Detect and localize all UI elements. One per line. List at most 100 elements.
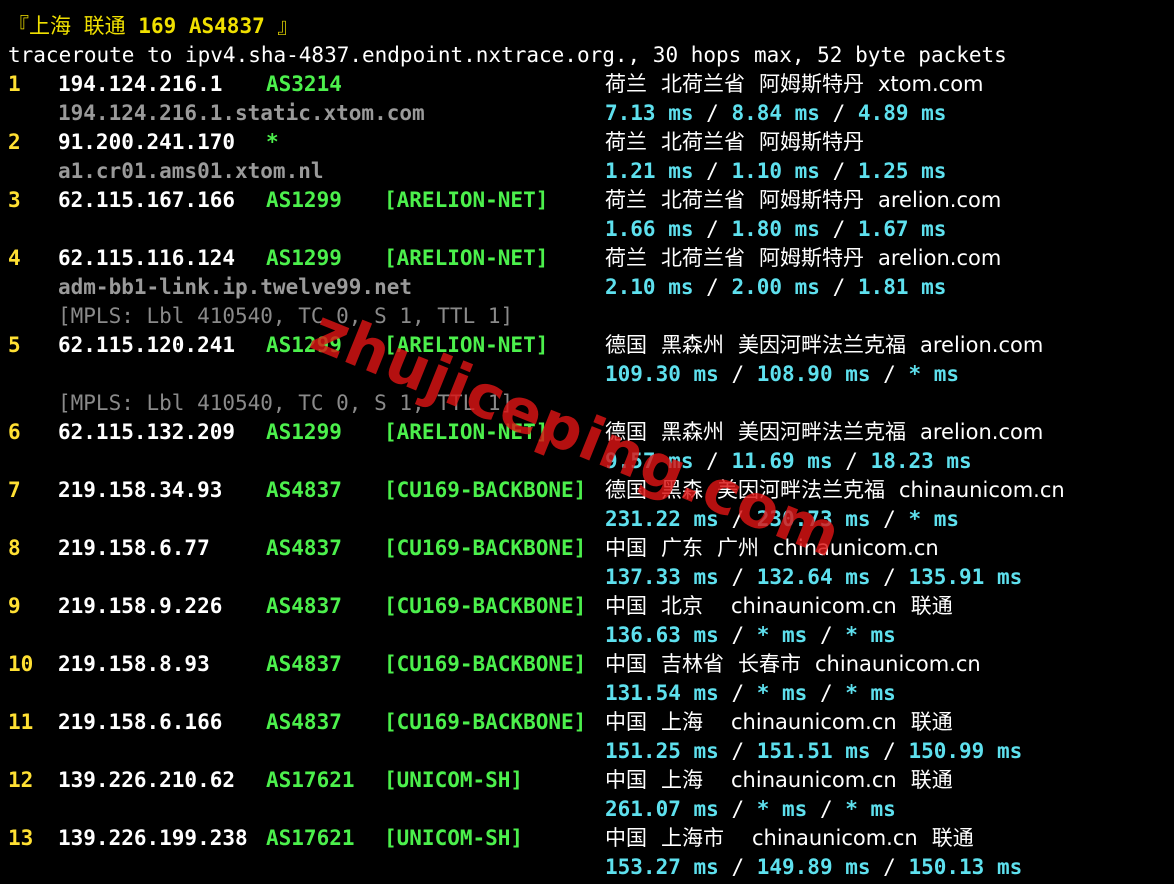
- mpls-row: [MPLS: Lbl 410540, TC 0, S 1, TTL 1]: [8, 302, 1174, 331]
- geo-part: 北荷兰省: [661, 188, 745, 212]
- geo-part: 荷兰: [605, 188, 647, 212]
- geo-part: 北荷兰省: [661, 72, 745, 96]
- hop-detail-row: 136.63 ms / * ms / * ms: [8, 621, 1174, 650]
- hop-rtt: 7.13 ms / 8.84 ms / 4.89 ms: [605, 99, 946, 128]
- geo-part: arelion.com: [878, 188, 1002, 212]
- rtt-separator: /: [693, 449, 732, 473]
- header-open-bracket: 『: [8, 14, 29, 38]
- hop-row: 13 139.226.199.238 AS17621 [UNICOM-SH] 中国 上海市…: [8, 824, 1174, 853]
- geo-part: 德国: [605, 333, 647, 357]
- rtt-value: * ms: [756, 623, 808, 647]
- rtt-value: 151.25 ms: [605, 739, 719, 763]
- hop-rtt: 109.30 ms / 108.90 ms / * ms: [605, 360, 959, 389]
- rtt-value: * ms: [845, 797, 896, 821]
- rtt-value: * ms: [908, 362, 960, 386]
- geo-part: 北荷兰省: [661, 246, 745, 270]
- hop-ip: 139.226.199.238: [58, 826, 248, 850]
- geo-part: 联通: [910, 594, 953, 618]
- rtt-value: 8.84 ms: [731, 101, 820, 125]
- hop-network-tag: [ARELION-NET]: [384, 420, 549, 444]
- hop-detail-row: 231.22 ms / 230.73 ms / * ms: [8, 505, 1174, 534]
- hop-rtt: 1.66 ms / 1.80 ms / 1.67 ms: [605, 215, 946, 244]
- rtt-value: 230.73 ms: [756, 507, 871, 531]
- rtt-separator: /: [718, 739, 757, 763]
- hop-detail-row: 9.57 ms / 11.69 ms / 18.23 ms: [8, 447, 1174, 476]
- hop-detail-row: a1.cr01.ams01.xtom.nl 1.21 ms / 1.10 ms /…: [8, 157, 1174, 186]
- hop-row: 6 62.115.132.209 AS1299 [ARELION-NET] 德国 黑森州美…: [8, 418, 1174, 447]
- geo-part: 北京: [661, 594, 703, 618]
- hop-number: 12: [8, 768, 34, 792]
- hop-asn: AS4837: [266, 710, 342, 734]
- rtt-value: 1.21 ms: [605, 159, 694, 183]
- geo-part: 中国: [605, 710, 647, 734]
- hop-asn: AS17621: [266, 768, 355, 792]
- rtt-separator: /: [870, 565, 909, 589]
- hop-number: 4: [8, 246, 21, 270]
- rtt-separator: /: [819, 159, 858, 183]
- command-line: traceroute to ipv4.sha-4837.endpoint.nxt…: [8, 43, 1007, 67]
- geo-part: chinaunicom.cn: [731, 594, 897, 618]
- rtt-value: 131.54 ms: [605, 681, 719, 705]
- geo-part: xtom.com: [878, 72, 984, 96]
- rtt-value: 2.00 ms: [731, 275, 820, 299]
- geo-part: 美因河畔法兰克福: [738, 333, 906, 357]
- hop-row: 9 219.158.9.226 AS4837 [CU169-BACKBONE] 中国 北京…: [8, 592, 1174, 621]
- terminal-output: 『上海 联通 169 AS4837 』 traceroute to ipv4.s…: [8, 12, 1174, 882]
- rtt-value: 18.23 ms: [870, 449, 972, 473]
- mpls-row: [MPLS: Lbl 410540, TC 0, S 1, TTL 1]: [8, 389, 1174, 418]
- hop-hostname: 194.124.216.1.static.xtom.com: [58, 101, 425, 125]
- hop-network-tag: [ARELION-NET]: [384, 188, 549, 212]
- rtt-value: 1.67 ms: [857, 217, 947, 241]
- hop-geo: 荷兰 北荷兰省 阿姆斯特丹 arelion.com: [605, 186, 1015, 215]
- hop-row: 4 62.115.116.124 AS1299 [ARELION-NET] 荷兰 北荷兰省…: [8, 244, 1174, 273]
- hop-ip: 219.158.8.93: [58, 652, 210, 676]
- header-close-bracket: 』: [264, 14, 299, 38]
- rtt-value: 150.99 ms: [908, 739, 1023, 763]
- rtt-value: 108.90 ms: [756, 362, 871, 386]
- hop-geo: 德国 黑森州 美因河畔法兰克福 arelion.com: [605, 418, 1057, 447]
- hop-row: 11 219.158.6.166 AS4837 [CU169-BACKBONE] 中国上…: [8, 708, 1174, 737]
- hop-rtt: 136.63 ms / * ms / * ms: [605, 621, 896, 650]
- geo-part: 中国: [605, 536, 647, 560]
- rtt-separator: /: [718, 681, 757, 705]
- rtt-separator: /: [693, 217, 732, 241]
- rtt-value: 132.64 ms: [756, 565, 871, 589]
- hop-row: 8 219.158.6.77 AS4837 [CU169-BACKBONE] 中国 广东广…: [8, 534, 1174, 563]
- hop-row: 1 194.124.216.1 AS3214 荷兰 北荷兰省 阿姆斯特丹 xtom.com: [8, 70, 1174, 99]
- rtt-value: 7.13 ms: [605, 101, 694, 125]
- hop-rtt: 153.27 ms / 149.89 ms / 150.13 ms: [605, 853, 1022, 882]
- geo-part: 阿姆斯特丹: [759, 246, 864, 270]
- geo-part: 北荷兰省: [661, 130, 745, 154]
- hop-geo: 中国 北京 chinaunicom.cn 联通: [605, 592, 967, 621]
- geo-part: 联通: [931, 826, 974, 850]
- hop-detail-row: 1.66 ms / 1.80 ms / 1.67 ms: [8, 215, 1174, 244]
- geo-part: 中国: [605, 826, 647, 850]
- hop-geo: 中国 吉林省 长春市 chinaunicom.cn: [605, 650, 995, 679]
- rtt-separator: /: [718, 855, 757, 879]
- hop-network-tag: [CU169-BACKBONE]: [384, 536, 587, 560]
- geo-part: 广州: [717, 536, 759, 560]
- hop-network-tag: [ARELION-NET]: [384, 333, 549, 357]
- hop-hostname: adm-bb1-link.ip.twelve99.net: [58, 275, 413, 299]
- hop-number: 8: [8, 536, 21, 560]
- hop-asn: AS4837: [266, 536, 342, 560]
- rtt-separator: /: [819, 101, 858, 125]
- geo-part: 阿姆斯特丹: [759, 188, 864, 212]
- rtt-value: 153.27 ms: [605, 855, 719, 879]
- geo-part: arelion.com: [920, 420, 1044, 444]
- geo-part: 黑森: [661, 478, 703, 502]
- rtt-value: 1.81 ms: [857, 275, 947, 299]
- hop-asn: AS4837: [266, 652, 342, 676]
- rtt-separator: /: [807, 797, 846, 821]
- hop-detail-row: 153.27 ms / 149.89 ms / 150.13 ms: [8, 853, 1174, 882]
- rtt-value: 151.51 ms: [756, 739, 871, 763]
- geo-part: 阿姆斯特丹: [759, 130, 864, 154]
- hop-number: 11: [8, 710, 34, 734]
- geo-part: 荷兰: [605, 246, 647, 270]
- hop-ip: 219.158.6.77: [58, 536, 210, 560]
- hop-number: 13: [8, 826, 34, 850]
- geo-part: chinaunicom.cn: [899, 478, 1065, 502]
- rtt-separator: /: [718, 797, 757, 821]
- rtt-separator: /: [718, 362, 757, 386]
- rtt-separator: /: [870, 855, 909, 879]
